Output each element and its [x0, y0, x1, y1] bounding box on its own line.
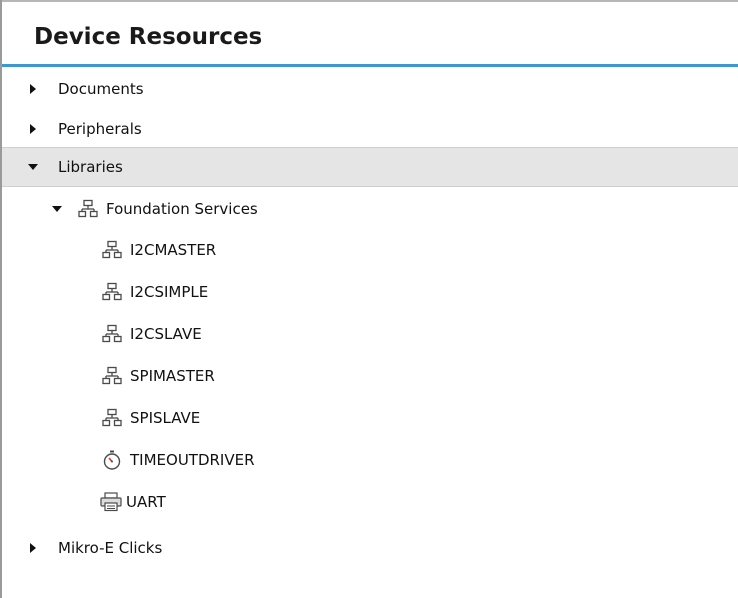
tree-item-documents[interactable]: Documents	[2, 69, 738, 109]
header-accent-rule	[2, 64, 738, 67]
tree-item-foundation-services[interactable]: Foundation Services	[2, 189, 738, 229]
tree-item-label: I2CMASTER	[130, 241, 217, 259]
tree-item-label: I2CSIMPLE	[130, 283, 209, 301]
tree-item-label: Libraries	[58, 158, 123, 176]
tree-item-i2csimple[interactable]: I2CSIMPLE	[2, 272, 738, 312]
expanded-arrow-icon[interactable]	[28, 164, 38, 170]
collapsed-arrow-icon[interactable]	[30, 84, 36, 94]
printer-icon	[100, 492, 122, 512]
tree-item-label: Foundation Services	[106, 200, 258, 218]
panel-header: Device Resources	[2, 2, 738, 64]
tree-item-label: SPISLAVE	[130, 409, 201, 427]
device-resources-panel: Device Resources Documents Peripherals L…	[0, 0, 738, 598]
tree-item-peripherals[interactable]: Peripherals	[2, 109, 738, 149]
tree-item-label: Mikro-E Clicks	[58, 539, 163, 557]
stopwatch-icon	[102, 450, 122, 470]
tree-item-label: TIMEOUTDRIVER	[130, 451, 255, 469]
network-icon	[102, 240, 122, 260]
network-icon	[102, 324, 122, 344]
network-icon	[102, 366, 122, 386]
tree-item-i2cslave[interactable]: I2CSLAVE	[2, 314, 738, 354]
expanded-arrow-icon[interactable]	[52, 206, 62, 212]
tree-item-label: Documents	[58, 80, 144, 98]
tree-item-uart[interactable]: UART	[2, 482, 738, 522]
tree-item-label: I2CSLAVE	[130, 325, 202, 343]
collapsed-arrow-icon[interactable]	[30, 124, 36, 134]
tree-item-label: SPIMASTER	[130, 367, 215, 385]
panel-title: Device Resources	[34, 24, 263, 50]
tree-item-libraries[interactable]: Libraries	[2, 147, 738, 187]
tree-item-mikro-e-clicks[interactable]: Mikro-E Clicks	[2, 528, 738, 568]
tree-item-label: Peripherals	[58, 120, 142, 138]
tree-item-timeoutdriver[interactable]: TIMEOUTDRIVER	[2, 440, 738, 480]
tree-item-spislave[interactable]: SPISLAVE	[2, 398, 738, 438]
collapsed-arrow-icon[interactable]	[30, 543, 36, 553]
tree-item-label: UART	[126, 493, 166, 511]
tree-item-i2cmaster[interactable]: I2CMASTER	[2, 230, 738, 270]
network-icon	[102, 282, 122, 302]
tree-item-spimaster[interactable]: SPIMASTER	[2, 356, 738, 396]
network-icon	[102, 408, 122, 428]
network-icon	[78, 199, 98, 219]
